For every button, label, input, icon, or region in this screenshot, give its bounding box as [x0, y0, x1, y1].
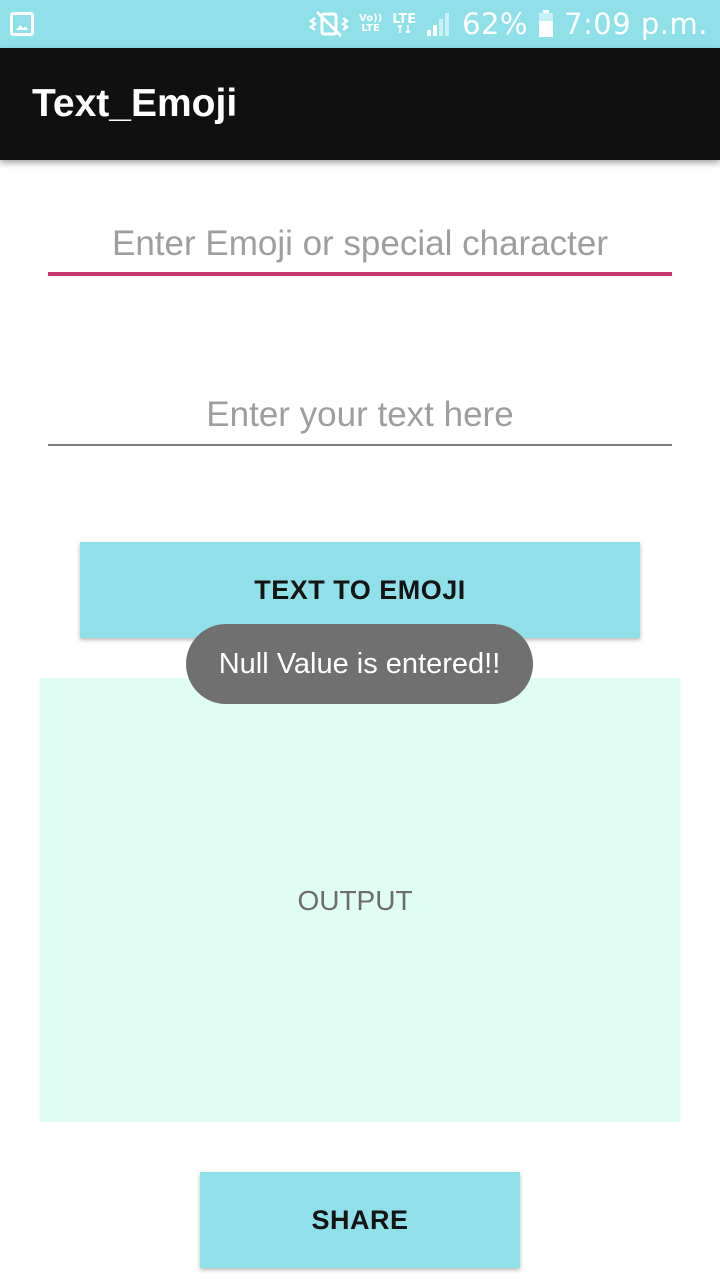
status-icons: Vo)) LTE LTE 62% 7:09 p.m. [309, 0, 708, 48]
signal-icon [426, 11, 452, 37]
battery-percent: 62% [462, 7, 529, 41]
app-title: Text_Emoji [32, 82, 238, 125]
output-panel: OUTPUT [40, 678, 680, 1122]
mute-vibrate-icon [309, 10, 349, 38]
toast-message: Null Value is entered!! [186, 624, 533, 704]
app-bar: Text_Emoji [0, 48, 720, 160]
image-notification-icon [10, 12, 34, 36]
clock: 7:09 p.m. [564, 7, 708, 41]
status-bar: Vo)) LTE LTE 62% 7:09 p.m. [0, 0, 720, 48]
battery-icon [538, 10, 554, 38]
lte-icon: LTE [392, 13, 416, 33]
output-label: OUTPUT [297, 885, 413, 916]
text-input[interactable] [48, 386, 672, 446]
emoji-input[interactable] [48, 216, 672, 276]
share-button[interactable]: SHARE [200, 1172, 520, 1268]
volte-icon: Vo)) LTE [359, 13, 383, 34]
